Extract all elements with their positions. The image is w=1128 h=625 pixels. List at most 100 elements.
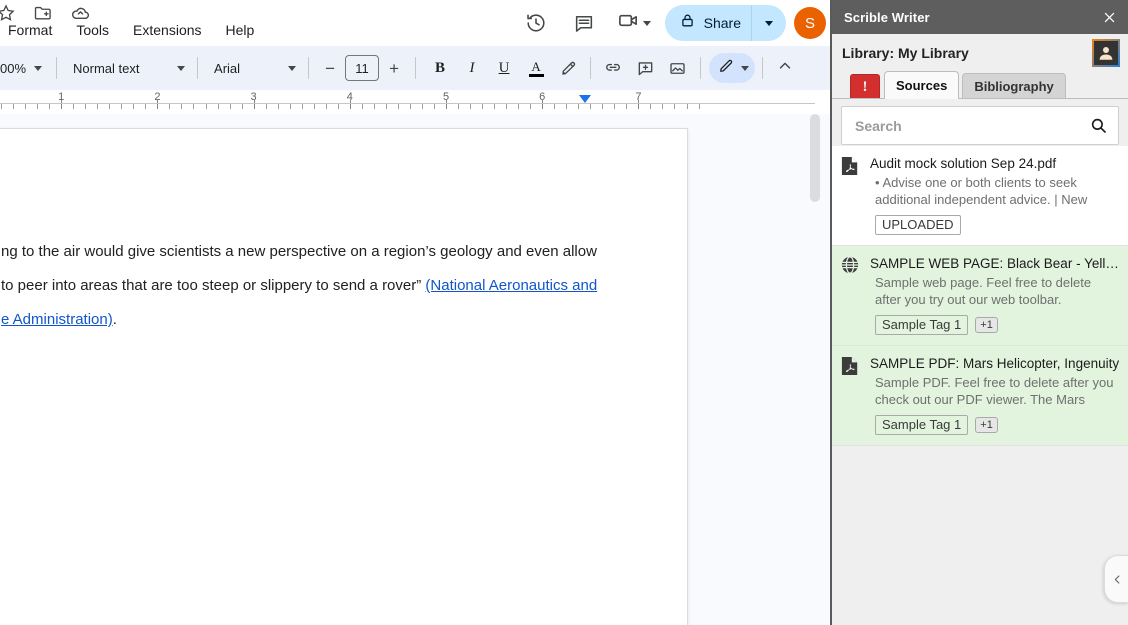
italic-button[interactable]: I xyxy=(457,53,487,83)
ruler-tick xyxy=(385,104,387,109)
ruler-tick xyxy=(470,104,472,109)
source-title[interactable]: SAMPLE WEB PAGE: Black Bear - Yell… xyxy=(870,255,1119,272)
lock-icon xyxy=(679,12,696,34)
trailing-period: . xyxy=(112,311,117,328)
ruler-tick xyxy=(85,104,87,109)
extra-tags-badge[interactable]: +1 xyxy=(975,417,998,433)
docs-ruler[interactable]: 1 2 3 4 5 6 7 xyxy=(0,90,830,114)
ruler-tick xyxy=(25,104,27,109)
chevron-down-icon xyxy=(765,20,773,26)
right-indent-marker[interactable] xyxy=(579,95,592,103)
google-meet-camera-icon xyxy=(617,9,640,37)
zoom-selector[interactable]: 00% xyxy=(0,54,48,82)
ruler-tick xyxy=(169,104,171,109)
share-button[interactable]: Share xyxy=(664,5,751,41)
google-meet-button[interactable] xyxy=(613,6,653,40)
add-comment-icon[interactable] xyxy=(630,53,660,83)
status-badge[interactable]: UPLOADED xyxy=(875,215,961,235)
decrease-font-size-button[interactable]: − xyxy=(317,55,343,81)
ruler-tick xyxy=(361,104,363,109)
source-tag[interactable]: Sample Tag 1 xyxy=(875,315,969,335)
ruler-tick xyxy=(566,104,568,109)
ruler-tick xyxy=(506,104,508,109)
collapse-panel-button[interactable] xyxy=(1104,555,1128,603)
ruler-tick xyxy=(1,104,3,109)
source-tags: UPLOADED xyxy=(870,215,1119,235)
paragraph-style-value: Normal text xyxy=(73,60,140,76)
docs-canvas: ng to the air would give scientists a ne… xyxy=(0,114,830,625)
ruler-tick xyxy=(145,104,147,109)
bold-button[interactable]: B xyxy=(425,53,455,83)
version-history-icon[interactable] xyxy=(519,6,553,40)
source-tags: Sample Tag 1 +1 xyxy=(870,315,1119,335)
chevron-down-icon xyxy=(288,65,297,71)
font-size-input[interactable]: 11 xyxy=(345,55,380,81)
font-family-selector[interactable]: Arial xyxy=(206,54,300,82)
docs-scrollbar-thumb[interactable] xyxy=(810,114,820,202)
ruler-baseline xyxy=(0,103,815,104)
pdf-file-icon xyxy=(841,355,861,435)
ruler-tick xyxy=(313,104,315,109)
ruler-tick xyxy=(109,104,111,109)
tab-alert[interactable]: ! xyxy=(850,74,880,99)
scrible-writer-panel: Scrible Writer Library: My Library ! Sou… xyxy=(830,0,1128,625)
extra-tags-badge[interactable]: +1 xyxy=(975,317,998,333)
ruler-tick xyxy=(614,104,616,109)
ruler-tick xyxy=(458,104,460,109)
search-input[interactable] xyxy=(853,116,1088,135)
increase-font-size-button[interactable]: + xyxy=(381,55,407,81)
app-root: Format Tools Extensions Help Share S 00%… xyxy=(0,0,1128,625)
user-account-icon[interactable] xyxy=(1092,39,1120,67)
ruler-tick xyxy=(373,104,375,109)
avatar[interactable]: S xyxy=(794,7,826,39)
ruler-tick xyxy=(181,104,183,109)
ruler-tick xyxy=(554,104,556,109)
search-box[interactable] xyxy=(841,106,1119,145)
source-tag[interactable]: Sample Tag 1 xyxy=(875,415,969,435)
chevron-left-icon xyxy=(1111,573,1124,586)
comment-history-icon[interactable] xyxy=(567,6,601,40)
list-item[interactable]: SAMPLE WEB PAGE: Black Bear - Yell… Samp… xyxy=(832,246,1128,346)
citation-link-part-1[interactable]: (National Aeronautics and xyxy=(425,277,597,294)
google-docs-area: Format Tools Extensions Help Share S 00%… xyxy=(0,0,830,625)
underline-button[interactable]: U xyxy=(489,53,519,83)
menu-help[interactable]: Help xyxy=(218,20,263,40)
close-icon[interactable] xyxy=(1098,6,1120,28)
document-page[interactable]: ng to the air would give scientists a ne… xyxy=(0,128,688,625)
menu-tools[interactable]: Tools xyxy=(68,20,117,40)
text-color-button[interactable]: A xyxy=(521,53,551,83)
list-item[interactable]: Audit mock solution Sep 24.pdf • Advise … xyxy=(832,146,1128,246)
tab-sources[interactable]: Sources xyxy=(884,71,960,99)
document-paragraph-line-3: e Administration). xyxy=(1,303,601,337)
insert-link-icon[interactable] xyxy=(598,53,628,83)
ruler-tick xyxy=(289,104,291,109)
source-content: SAMPLE WEB PAGE: Black Bear - Yell… Samp… xyxy=(870,255,1119,335)
paragraph-style-selector[interactable]: Normal text xyxy=(65,54,189,82)
ruler-tick xyxy=(301,104,303,109)
sources-list: Audit mock solution Sep 24.pdf • Advise … xyxy=(832,146,1128,446)
docs-vertical-scrollbar[interactable] xyxy=(809,114,821,625)
menu-extensions[interactable]: Extensions xyxy=(125,20,209,40)
ruler-tick xyxy=(205,104,207,109)
ruler-tick xyxy=(325,104,327,109)
ruler-tick xyxy=(530,104,532,109)
collapse-toolbar-button[interactable] xyxy=(770,53,800,83)
ruler-tick xyxy=(686,104,688,109)
source-snippet: Sample PDF. Feel free to delete after yo… xyxy=(875,375,1114,407)
highlight-pen-icon[interactable] xyxy=(553,53,583,83)
insert-image-icon[interactable] xyxy=(662,53,692,83)
pdf-file-icon xyxy=(841,155,861,235)
document-text-body[interactable]: ng to the air would give scientists a ne… xyxy=(1,235,601,337)
source-title[interactable]: SAMPLE PDF: Mars Helicopter, Ingenuity xyxy=(870,355,1119,372)
search-icon[interactable] xyxy=(1088,116,1108,136)
editing-mode-button[interactable] xyxy=(709,53,756,83)
tab-bibliography[interactable]: Bibliography xyxy=(962,73,1066,99)
source-tags: Sample Tag 1 +1 xyxy=(870,415,1119,435)
menu-format[interactable]: Format xyxy=(0,20,60,40)
citation-link-part-2[interactable]: e Administration) xyxy=(1,311,113,328)
document-paragraph-line-2: to peer into areas that are too steep or… xyxy=(1,269,601,303)
source-title[interactable]: Audit mock solution Sep 24.pdf xyxy=(870,155,1119,172)
list-item[interactable]: SAMPLE PDF: Mars Helicopter, Ingenuity S… xyxy=(832,346,1128,446)
share-options-button[interactable] xyxy=(751,5,786,41)
docs-toolbar: 00% Normal text Arial − 11 + B I U A xyxy=(0,46,830,90)
